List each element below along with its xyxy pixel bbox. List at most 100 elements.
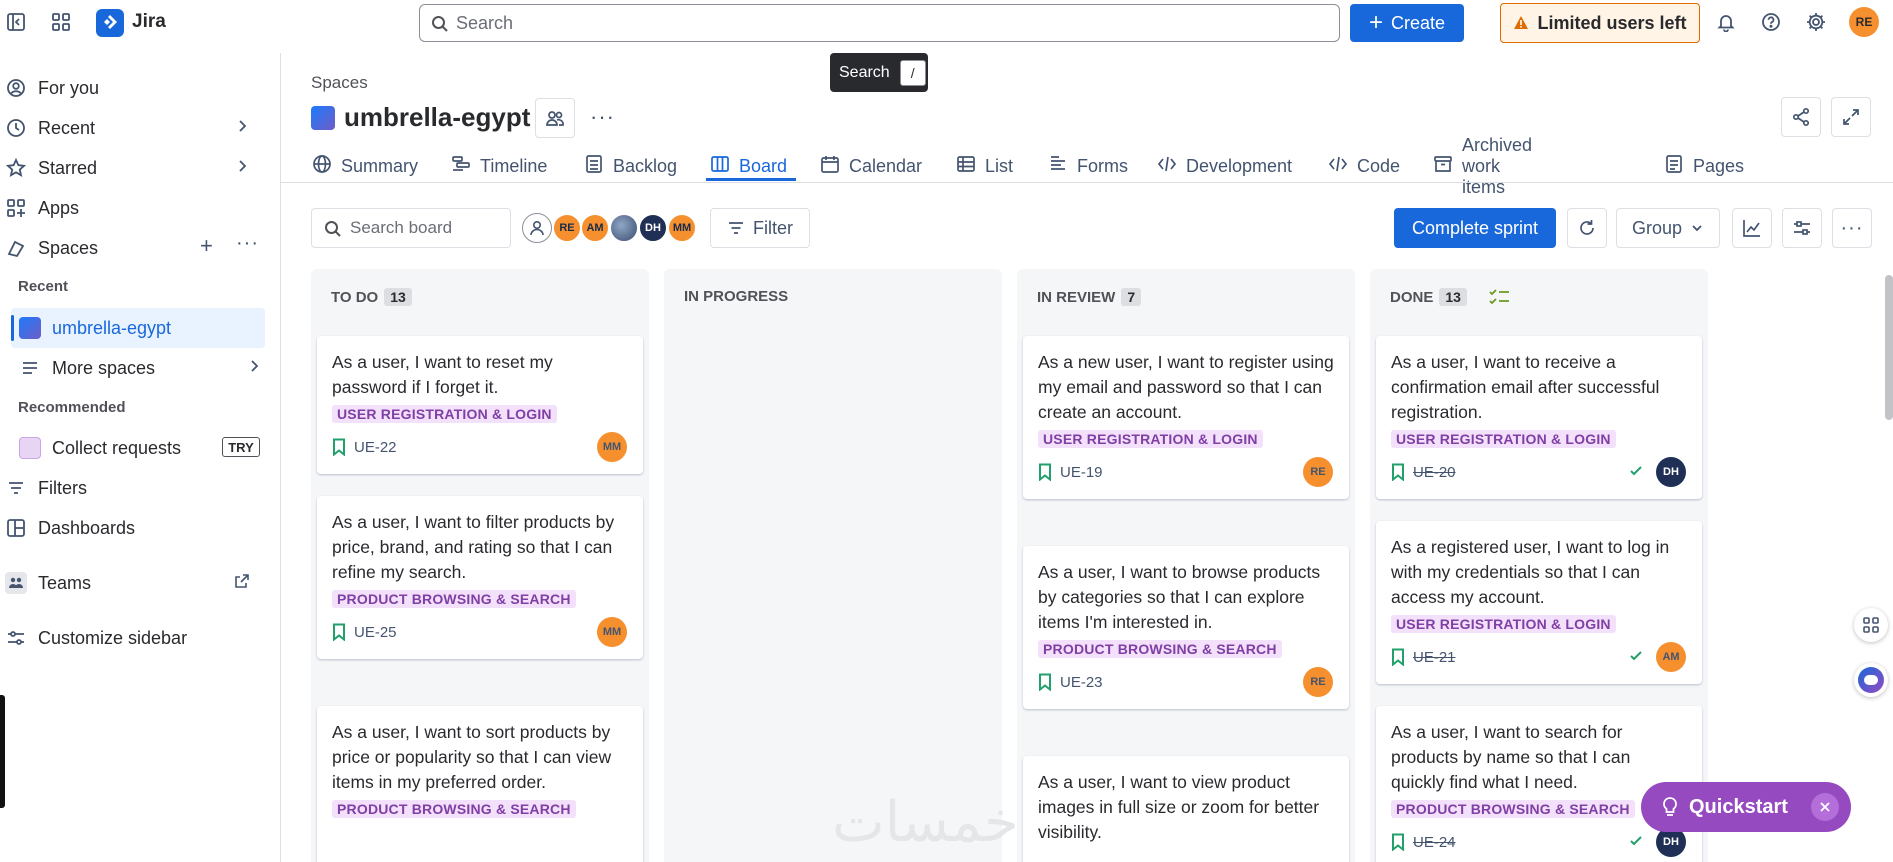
tab-label: Pages: [1693, 155, 1745, 176]
tab-backlog[interactable]: Backlog: [584, 150, 677, 182]
sidebar-item-dashboards[interactable]: Dashboards: [0, 511, 270, 545]
assignee-avatar[interactable]: AM: [1656, 642, 1686, 672]
plus-icon: +: [1368, 9, 1383, 36]
column-count: 13: [1439, 288, 1467, 306]
ai-assistant-icon[interactable]: [1854, 663, 1888, 697]
tab-timeline[interactable]: Timeline: [451, 150, 547, 182]
issue-card[interactable]: As a user, I want to browse products by …: [1023, 546, 1349, 709]
assignee-avatar[interactable]: MM: [597, 617, 627, 647]
more-board-actions-icon[interactable]: ···: [1832, 208, 1872, 248]
issue-key[interactable]: UE-24: [1413, 834, 1456, 851]
team-members-button[interactable]: [535, 98, 575, 138]
issue-card[interactable]: As a user, I want to filter products by …: [317, 496, 643, 659]
app-name[interactable]: Jira: [132, 11, 166, 33]
sidebar-item-recent[interactable]: Recent: [0, 111, 270, 145]
archive-icon: [1433, 154, 1453, 179]
photo-avatar[interactable]: [609, 213, 639, 243]
add-space-icon[interactable]: +: [200, 233, 213, 259]
issue-key[interactable]: UE-22: [354, 439, 397, 456]
avatar-filter[interactable]: RE: [552, 213, 582, 243]
tab-development[interactable]: Development: [1157, 150, 1292, 182]
search-board-input[interactable]: Search board: [311, 208, 511, 248]
fullscreen-button[interactable]: [1831, 97, 1871, 137]
board-scrollbar[interactable]: [1885, 275, 1893, 420]
issue-key[interactable]: UE-23: [1060, 674, 1103, 691]
issue-key[interactable]: UE-25: [354, 624, 397, 641]
forms-icon: [1048, 154, 1068, 179]
column-count: 7: [1121, 288, 1142, 306]
group-dropdown[interactable]: Group: [1616, 208, 1720, 248]
sidebar-label: Customize sidebar: [38, 627, 188, 648]
epic-label[interactable]: PRODUCT BROWSING & SEARCH: [1038, 640, 1282, 658]
issue-key[interactable]: UE-20: [1413, 464, 1456, 481]
assignee-avatar[interactable]: RE: [1303, 667, 1333, 697]
sprint-refresh-button[interactable]: [1567, 208, 1607, 248]
issue-key[interactable]: UE-21: [1413, 649, 1456, 666]
more-options-icon[interactable]: ···: [236, 232, 259, 255]
issue-card[interactable]: As a user, I want to sort products by pr…: [317, 706, 643, 862]
epic-label[interactable]: PRODUCT BROWSING & SEARCH: [1391, 800, 1635, 818]
issue-card[interactable]: As a user, I want to search for products…: [1376, 706, 1702, 862]
app-switcher-icon[interactable]: [49, 10, 73, 34]
help-icon[interactable]: [1759, 10, 1783, 34]
tab-calendar[interactable]: Calendar: [820, 150, 922, 182]
insights-button[interactable]: [1732, 208, 1772, 248]
sidebar-item-filters[interactable]: Filters: [0, 471, 270, 505]
epic-label[interactable]: USER REGISTRATION & LOGIN: [1038, 430, 1263, 448]
sidebar-item-apps[interactable]: Apps: [0, 191, 270, 225]
tab-code[interactable]: Code: [1328, 150, 1400, 182]
assignee-avatar[interactable]: MM: [597, 432, 627, 462]
sidebar-item-umbrella-egypt[interactable]: umbrella-egypt: [14, 311, 264, 345]
teams-icon: [4, 571, 28, 595]
epic-label[interactable]: USER REGISTRATION & LOGIN: [1391, 430, 1616, 448]
issue-card[interactable]: As a user, I want to reset my password i…: [317, 336, 643, 474]
epic-label[interactable]: PRODUCT BROWSING & SEARCH: [332, 800, 576, 818]
issue-key[interactable]: UE-19: [1060, 464, 1103, 481]
issue-card[interactable]: As a user, I want to view product images…: [1023, 756, 1349, 862]
complete-sprint-button[interactable]: Complete sprint: [1394, 208, 1556, 248]
sidebar: For you Recent Starred Apps Spaces + ···…: [0, 53, 281, 862]
column-header: IN REVIEW 7: [1037, 288, 1142, 306]
issue-card[interactable]: As a user, I want to receive a confirmat…: [1376, 336, 1702, 499]
issue-card[interactable]: As a registered user, I want to log in w…: [1376, 521, 1702, 684]
filter-button[interactable]: Filter: [710, 208, 810, 248]
settings-gear-icon[interactable]: [1804, 10, 1828, 34]
tab-pages[interactable]: Pages: [1664, 150, 1744, 182]
unassigned-avatar[interactable]: [522, 213, 552, 243]
sidebar-item-starred[interactable]: Starred: [0, 151, 270, 185]
sidebar-item-for-you[interactable]: For you: [0, 71, 270, 105]
jira-logo-icon[interactable]: [96, 9, 124, 37]
more-actions-icon[interactable]: ···: [590, 104, 615, 130]
notifications-bell-icon[interactable]: [1714, 10, 1738, 34]
global-search-input[interactable]: Search: [419, 4, 1340, 42]
sidebar-item-spaces[interactable]: Spaces + ···: [0, 231, 270, 265]
external-link-icon: [234, 573, 250, 594]
breadcrumb[interactable]: Spaces: [311, 73, 368, 93]
epic-label[interactable]: PRODUCT BROWSING & SEARCH: [332, 590, 576, 608]
user-avatar[interactable]: RE: [1849, 7, 1879, 37]
share-button[interactable]: [1781, 97, 1821, 137]
view-settings-button[interactable]: [1782, 208, 1822, 248]
create-button[interactable]: + Create: [1350, 4, 1464, 42]
sidebar-item-more-spaces[interactable]: More spaces: [14, 351, 270, 385]
avatar-filter[interactable]: MM: [667, 213, 697, 243]
epic-label[interactable]: USER REGISTRATION & LOGIN: [1391, 615, 1616, 633]
sidebar-item-teams[interactable]: Teams: [0, 566, 270, 600]
quickstart-button[interactable]: Quickstart: [1641, 782, 1851, 832]
sidebar-item-customize[interactable]: Customize sidebar: [0, 621, 270, 655]
limited-users-button[interactable]: Limited users left: [1500, 3, 1700, 43]
avatar-filter[interactable]: AM: [580, 213, 610, 243]
apps-panel-icon[interactable]: [1854, 608, 1888, 642]
avatar-filter[interactable]: DH: [638, 213, 668, 243]
tab-archived-work-items[interactable]: Archived work items: [1433, 135, 1532, 197]
issue-card[interactable]: As a new user, I want to register using …: [1023, 336, 1349, 499]
collapse-sidebar-icon[interactable]: [4, 10, 28, 34]
close-icon[interactable]: [1811, 793, 1839, 821]
assignee-avatar[interactable]: RE: [1303, 457, 1333, 487]
epic-label[interactable]: USER REGISTRATION & LOGIN: [332, 405, 557, 423]
tab-list[interactable]: List: [956, 150, 1013, 182]
assignee-avatar[interactable]: DH: [1656, 457, 1686, 487]
tabs-divider: [281, 182, 1893, 183]
tab-summary[interactable]: Summary: [312, 150, 418, 182]
tab-forms[interactable]: Forms: [1048, 150, 1128, 182]
